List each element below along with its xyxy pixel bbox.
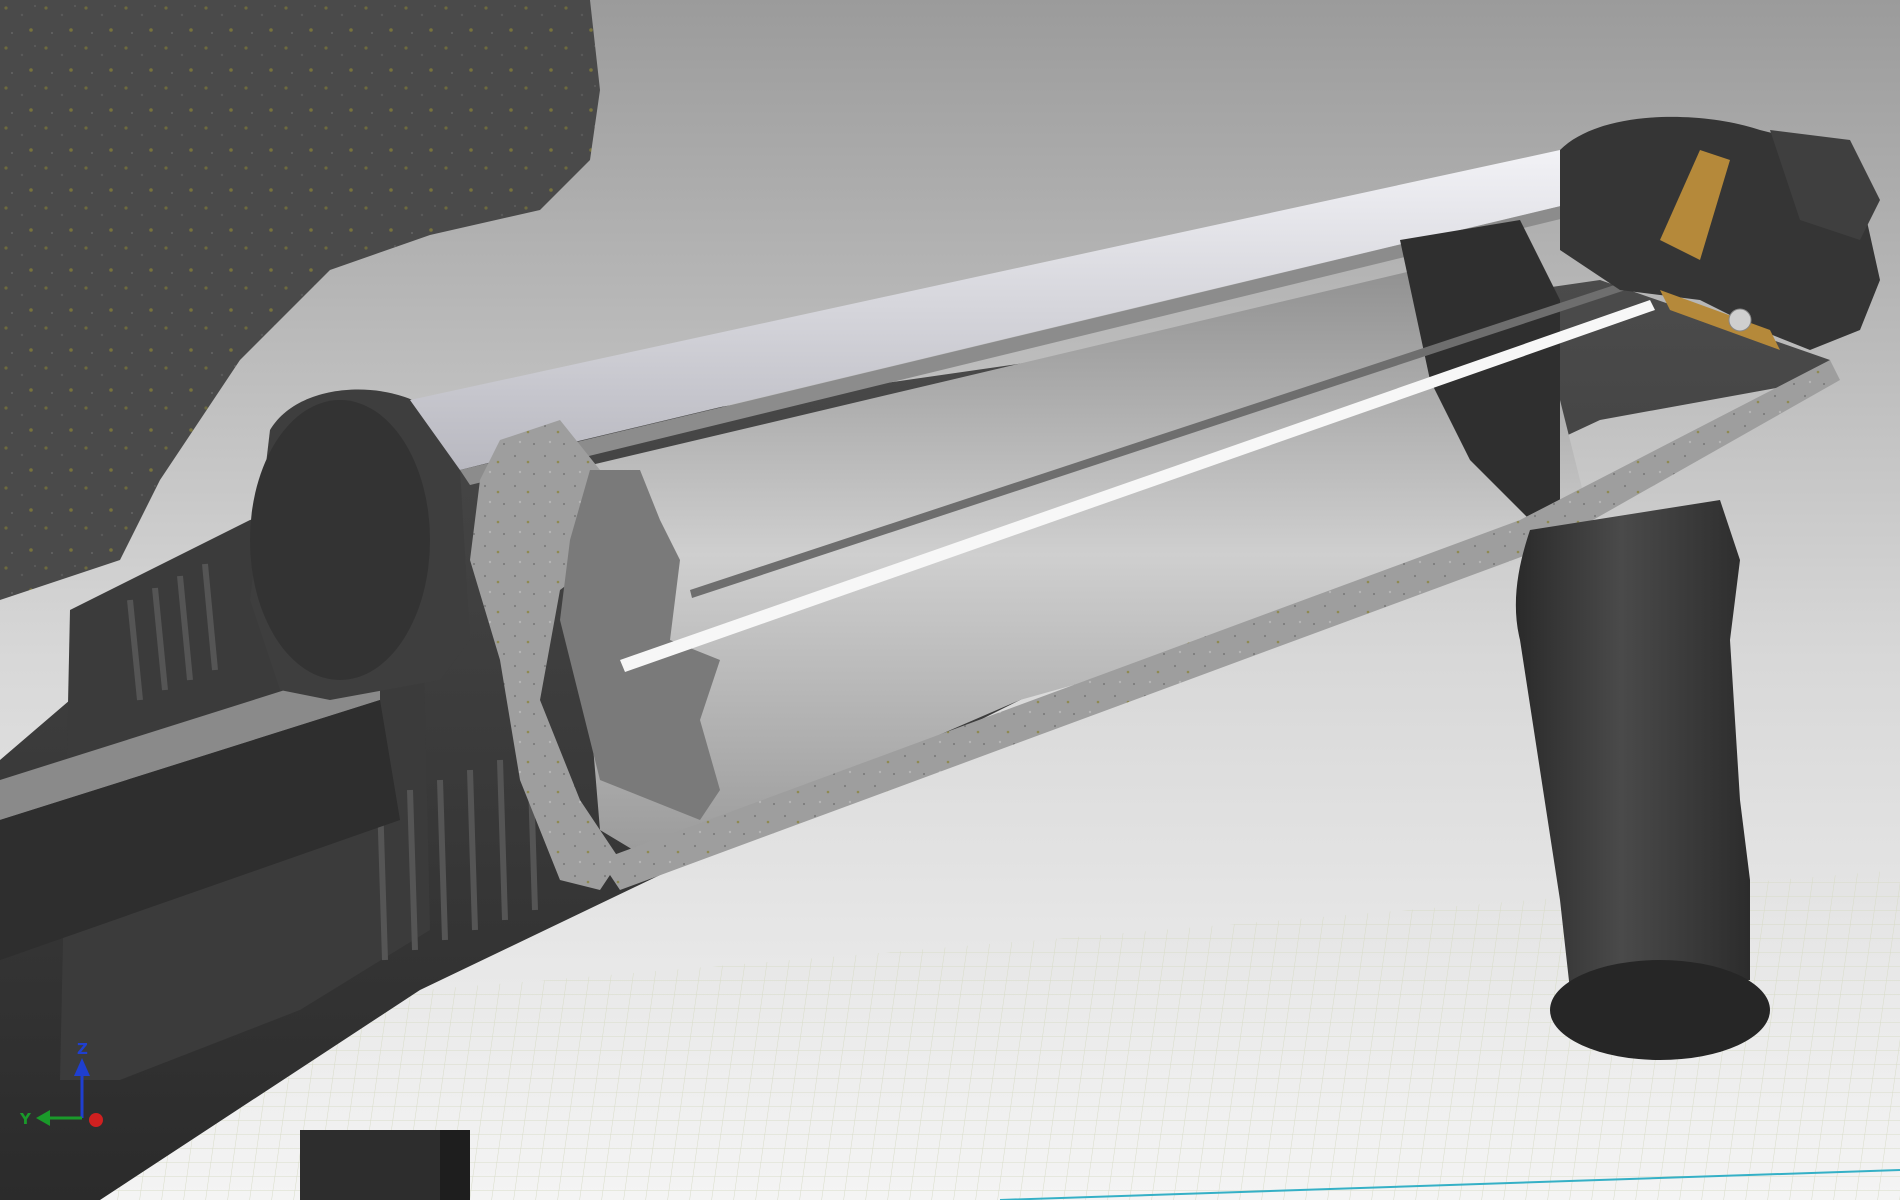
3d-viewport[interactable]: Z Y — [0, 0, 1900, 1200]
y-axis-arrow — [36, 1110, 50, 1126]
z-axis-arrow — [74, 1058, 90, 1076]
x-axis-marker — [89, 1113, 103, 1127]
lower-stub-shade — [440, 1130, 470, 1200]
front-cap-face — [250, 400, 430, 680]
model-scene[interactable] — [0, 0, 1900, 1200]
foregrip-base — [1550, 960, 1770, 1060]
y-axis-label: Y — [19, 1110, 32, 1128]
z-axis-label: Z — [77, 1040, 88, 1058]
orientation-triad: Z Y — [19, 1040, 103, 1128]
set-screw — [1728, 308, 1752, 332]
